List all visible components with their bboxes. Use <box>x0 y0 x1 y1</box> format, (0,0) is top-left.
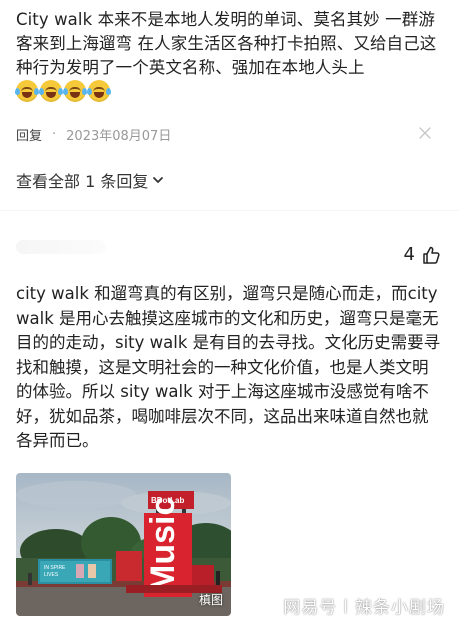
comment-body: City walk 本来不是本地人发明的单词、莫名其妙 一群游客来到上海遛弯 在… <box>16 10 437 77</box>
thumbs-up-icon <box>423 246 440 264</box>
view-all-replies-button[interactable]: 查看全部 1 条回复 <box>16 168 164 192</box>
comment-page: City walk 本来不是本地人发明的单词、莫名其妙 一群游客来到上海遛弯 在… <box>0 0 459 630</box>
watermark-source: 网易号 <box>283 598 338 618</box>
laughing-tears-emoji <box>87 80 111 102</box>
like-count: 4 <box>403 244 415 265</box>
watermark-separator: | <box>343 597 349 614</box>
divider <box>0 210 459 211</box>
svg-text:Music: Music <box>144 497 182 593</box>
watermark: 网易号 | 辣条小剧场 <box>283 593 445 619</box>
chevron-down-icon <box>153 177 164 183</box>
svg-text:LIVES: LIVES <box>44 572 59 578</box>
comment-text: City walk 本来不是本地人发明的单词、莫名其妙 一群游客来到上海遛弯 在… <box>15 8 446 104</box>
like-button[interactable]: 4 <box>404 244 441 265</box>
comment-date: 2023年08月07日 <box>66 128 172 144</box>
blurred-username <box>16 240 106 254</box>
svg-text:IN SPIRE: IN SPIRE <box>44 565 66 571</box>
view-all-replies-label: 查看全部 1 条回复 <box>16 172 149 191</box>
image-tag: 槙图 <box>198 593 223 607</box>
laughing-tears-emoji <box>39 80 63 102</box>
watermark-author: 辣条小剧场 <box>355 598 445 618</box>
comment-text: city walk 和遛弯真的有区别，遛弯只是随心而走，而city walk 是… <box>16 284 441 450</box>
meta-separator: · <box>52 126 57 142</box>
laughing-tears-emoji <box>63 80 87 102</box>
comment-meta: 回复 · 2023年08月07日 <box>16 124 436 144</box>
emoji-row <box>15 80 112 102</box>
laughing-tears-emoji <box>15 80 39 102</box>
close-icon[interactable] <box>416 124 434 142</box>
comment-photo[interactable]: IN SPIRE LIVES BDotLab Music 槙图 <box>16 473 231 616</box>
reply-button[interactable]: 回复 <box>16 125 42 144</box>
